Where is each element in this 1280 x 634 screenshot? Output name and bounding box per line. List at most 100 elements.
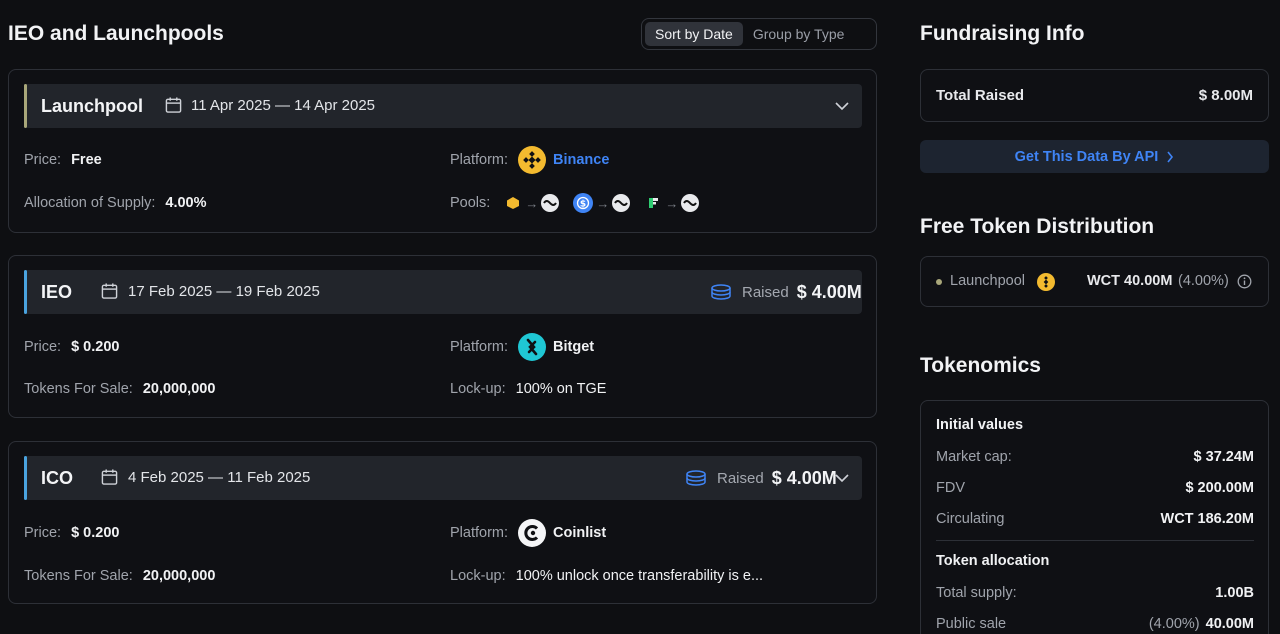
pool-bnb[interactable]: →	[504, 194, 560, 212]
card-header[interactable]: ICO 4 Feb 2025 — 11 Feb 2025 Raised $ 4.…	[24, 456, 862, 500]
distribution-label: Launchpool	[950, 273, 1025, 289]
fundraising-title: Fundraising Info	[920, 22, 1085, 45]
arrow-right-icon: →	[665, 195, 679, 211]
raised-value: $ 4.00M	[771, 467, 837, 488]
public-sale-row: Public sale (4.00%) 40.00M	[936, 612, 1254, 634]
price-row: Price: Free	[24, 148, 102, 172]
group-by-type-button[interactable]: Group by Type	[743, 22, 855, 46]
price-label: Price:	[24, 152, 62, 168]
platform-name[interactable]: Bitget	[553, 339, 594, 355]
platform-label: Platform:	[450, 152, 509, 168]
bnb-token-icon	[504, 194, 522, 212]
arrow-right-icon: →	[525, 195, 539, 211]
card-header[interactable]: IEO 17 Feb 2025 — 19 Feb 2025 Raised $ 4…	[24, 270, 862, 314]
lockup-row: Lock-up: 100% on TGE	[450, 377, 606, 401]
card-header[interactable]: Launchpool 11 Apr 2025 — 14 Apr 2025	[24, 84, 862, 128]
accent-bar	[24, 270, 27, 314]
card-type: ICO	[41, 468, 74, 488]
calendar-icon	[165, 97, 182, 113]
fdv-value: $ 200.00M	[1185, 480, 1254, 496]
distribution-box: Launchpool WCT 40.00M (4.00%)	[920, 256, 1269, 307]
tokenomics-box: Initial values Market cap: $ 37.24M FDV …	[920, 400, 1269, 634]
section-title: IEO and Launchpools	[8, 22, 224, 45]
bitget-logo-icon	[518, 333, 547, 361]
distribution-pct: (4.00%)	[1178, 273, 1229, 289]
calendar-icon	[101, 469, 118, 485]
distribution-title: Free Token Distribution	[920, 215, 1155, 238]
price-value: $ 0.200	[71, 525, 120, 541]
circulating-row: Circulating WCT 186.20M	[936, 507, 1254, 531]
initial-values-title: Initial values	[936, 417, 1024, 433]
raised-value: $ 4.00M	[796, 281, 862, 302]
supply-label: Allocation of Supply:	[24, 195, 156, 211]
public-sale-value: 40.00M	[1205, 616, 1254, 632]
coins-icon	[711, 284, 731, 300]
platform-label: Platform:	[450, 525, 509, 541]
fdv-label: FDV	[936, 480, 965, 496]
chevron-right-icon	[1167, 151, 1174, 162]
arrow-right-icon: →	[596, 195, 610, 211]
price-row: Price: $ 0.200	[24, 335, 119, 359]
lockup-row: Lock-up: 100% unlock once transferabilit…	[450, 564, 763, 588]
ieo-card: IEO 17 Feb 2025 — 19 Feb 2025 Raised $ 4…	[8, 255, 877, 418]
svg-text:$: $	[580, 200, 586, 210]
market-cap-label: Market cap:	[936, 449, 1012, 465]
card-dates: 11 Apr 2025 — 14 Apr 2025	[191, 97, 376, 114]
price-label: Price:	[24, 339, 62, 355]
platform-row: Platform: Binance	[450, 146, 609, 174]
raised-amount: Raised $ 4.00M	[710, 270, 862, 314]
total-supply-value: 1.00B	[1215, 585, 1254, 601]
lockup-label: Lock-up:	[450, 381, 506, 397]
coinlist-logo-icon	[518, 519, 547, 547]
raised-amount: Raised $ 4.00M	[685, 456, 837, 500]
raised-label: Raised	[742, 283, 789, 301]
distribution-value: WCT 40.00M	[1087, 273, 1173, 289]
pool-fdusd[interactable]: →	[644, 194, 700, 212]
fdv-row: FDV $ 200.00M	[936, 476, 1254, 500]
card-dates: 4 Feb 2025 — 11 Feb 2025	[128, 469, 311, 486]
supply-value: 4.00%	[165, 195, 207, 211]
info-icon[interactable]	[1237, 274, 1252, 289]
tokenomics-title: Tokenomics	[920, 354, 1041, 377]
sort-toggle: Sort by Date Group by Type	[641, 18, 877, 50]
total-raised-label: Total Raised	[936, 87, 1025, 104]
token-allocation-title: Token allocation	[936, 553, 1050, 569]
total-raised-box: Total Raised $ 8.00M	[920, 69, 1269, 122]
wct-token-icon	[541, 194, 560, 212]
price-row: Price: $ 0.200	[24, 521, 119, 545]
pool-usdc[interactable]: $ →	[573, 193, 631, 213]
total-supply-row: Total supply: 1.00B	[936, 581, 1254, 605]
public-sale-pct: (4.00%)	[1148, 616, 1200, 632]
card-dates: 17 Feb 2025 — 19 Feb 2025	[128, 283, 320, 300]
platform-row: Platform: Coinlist	[450, 519, 606, 547]
divider	[936, 540, 1254, 541]
legend-dot	[936, 279, 942, 285]
raised-label: Raised	[717, 469, 764, 487]
accent-bar	[24, 84, 27, 128]
get-data-api-button[interactable]: Get This Data By API	[920, 140, 1269, 173]
accent-bar	[24, 456, 27, 500]
calendar-icon	[101, 283, 118, 299]
tokens-label: Tokens For Sale:	[24, 381, 133, 397]
tokens-label: Tokens For Sale:	[24, 568, 133, 584]
market-cap-row: Market cap: $ 37.24M	[936, 445, 1254, 469]
platform-row: Platform: Bitget	[450, 333, 594, 361]
tokens-value: 20,000,000	[142, 568, 216, 584]
usdc-token-icon: $	[573, 193, 594, 213]
sort-by-date-button[interactable]: Sort by Date	[645, 22, 743, 46]
api-button-label: Get This Data By API	[1014, 148, 1159, 165]
ico-card: ICO 4 Feb 2025 — 11 Feb 2025 Raised $ 4.…	[8, 441, 877, 604]
circulating-value: WCT 186.20M	[1160, 511, 1254, 527]
launchpool-card: Launchpool 11 Apr 2025 — 14 Apr 2025 Pri…	[8, 69, 877, 233]
platform-label: Platform:	[450, 339, 509, 355]
chevron-down-icon[interactable]	[834, 470, 850, 486]
card-type: Launchpool	[41, 96, 143, 116]
platform-link[interactable]: Binance	[553, 152, 609, 168]
chevron-down-icon[interactable]	[834, 98, 850, 114]
pools-label: Pools:	[450, 195, 491, 211]
platform-name[interactable]: Coinlist	[553, 525, 606, 541]
price-value: $ 0.200	[71, 339, 120, 355]
public-sale-label: Public sale	[936, 616, 1007, 632]
wct-token-icon	[612, 194, 631, 212]
card-type: IEO	[41, 282, 73, 302]
